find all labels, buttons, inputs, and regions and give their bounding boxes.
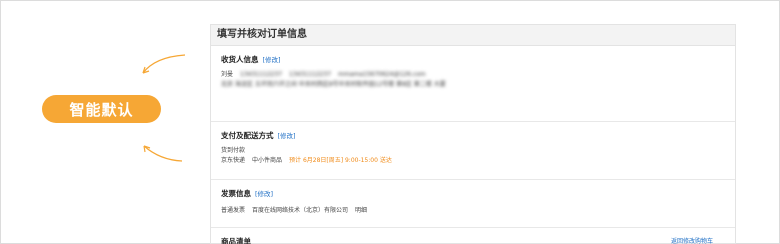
receiver-name: 刘曼: [221, 71, 234, 78]
order-info-panel: 填写并核对订单信息 收货人信息 [修改] 刘曼 13431112237 1343…: [210, 24, 736, 244]
receiver-modify-link[interactable]: [修改]: [263, 54, 281, 64]
invoice-modify-link[interactable]: [修改]: [255, 188, 273, 198]
carrier: 京东快递: [221, 157, 246, 164]
receiver-phone2: 13431112237: [289, 71, 332, 78]
back-to-cart-link[interactable]: 返回修改购物车: [671, 236, 713, 244]
invoice-title: 发票信息: [221, 188, 251, 198]
goods-title: 商品清单: [221, 236, 251, 244]
receiver-phone1: 13431112237: [240, 71, 283, 78]
invoice-company: 百度在线网络技术（北京）有限公司: [252, 207, 349, 214]
goods-type: 中小件商品: [252, 157, 283, 164]
smart-default-badge: 智能默认: [42, 95, 161, 123]
receiver-email: mmama15670624@126.com: [338, 71, 426, 78]
invoice-type: 普通发票: [221, 207, 246, 214]
payment-modify-link[interactable]: [修改]: [278, 130, 296, 140]
invoice-section: 发票信息 [修改] 普通发票 百度在线网络技术（北京）有限公司 明细: [211, 180, 735, 228]
receiver-title: 收货人信息: [221, 54, 259, 64]
invoice-detail: 明细: [355, 207, 368, 214]
payment-section: 支付及配送方式 [修改] 货到付款 京东快递 中小件商品 预计 6月28日[周五…: [211, 122, 735, 180]
pay-method: 货到付款: [221, 147, 246, 154]
delivery-eta: 预计 6月28日[周五] 9:00-15:00 送达: [289, 157, 392, 164]
receiver-section: 收货人信息 [修改] 刘曼 13431112237 13431112237 mm…: [211, 46, 735, 122]
panel-title: 填写并核对订单信息: [211, 25, 735, 46]
receiver-address: 北京 海淀区 五环到六环之间 中关村西区8号中关村软件园12号楼 第8区 第二楼…: [221, 81, 446, 88]
payment-title: 支付及配送方式: [221, 130, 274, 140]
goods-section: 商品清单 返回修改购物车: [211, 228, 735, 244]
